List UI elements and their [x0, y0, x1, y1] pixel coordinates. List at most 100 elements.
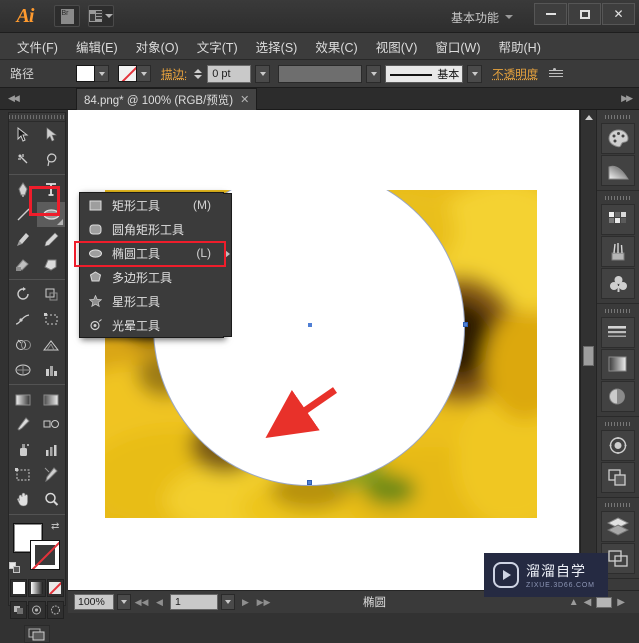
brush-definition-input[interactable]	[278, 64, 363, 83]
gradient-panel-icon[interactable]	[601, 155, 635, 186]
lasso-tool[interactable]	[37, 147, 65, 172]
stroke-panel-icon[interactable]	[601, 317, 635, 348]
direct-selection-tool[interactable]	[37, 122, 65, 147]
appearance-panel-icon[interactable]	[601, 430, 635, 461]
fill-chevron-down-icon[interactable]	[95, 65, 110, 82]
graph-tool[interactable]	[37, 437, 65, 462]
gradient2-panel-icon[interactable]	[601, 349, 635, 380]
flyout-item-rounded-rectangle-tool[interactable]: 圆角矩形工具	[80, 217, 223, 241]
symbols-panel-icon[interactable]	[601, 268, 635, 299]
bridge-icon[interactable]	[54, 5, 80, 27]
color-mode-button[interactable]	[10, 579, 28, 597]
flyout-tearoff-handle[interactable]	[223, 193, 232, 337]
anchor-point-right[interactable]	[463, 322, 468, 327]
blob-brush-tool[interactable]	[9, 252, 37, 277]
paintbrush-tool[interactable]	[9, 227, 37, 252]
zoom-chevron-down-icon[interactable]	[117, 594, 131, 610]
flyout-item-flare-tool[interactable]: 光晕工具	[80, 313, 223, 337]
selection-tool[interactable]	[9, 122, 37, 147]
hand-tool[interactable]	[9, 487, 37, 512]
variable-width-profile[interactable]: 基本	[385, 64, 464, 83]
column-graph-tool[interactable]	[37, 357, 65, 382]
ellipse-tool[interactable]	[37, 202, 65, 227]
brush-definition-chevron-down-icon[interactable]	[366, 64, 382, 83]
menu-effect[interactable]: 效果(C)	[306, 34, 366, 59]
status-arrow-up-icon[interactable]: ▲	[569, 597, 579, 608]
width-tool[interactable]	[9, 307, 37, 332]
pen-tool[interactable]	[9, 177, 37, 202]
magic-wand-tool[interactable]	[9, 147, 37, 172]
stroke-weight-label[interactable]: 描边:	[161, 66, 187, 82]
canvas-vertical-scrollbar[interactable]	[580, 110, 595, 590]
fill-stroke-widget[interactable]: ⇄	[9, 521, 65, 575]
none-mode-button[interactable]	[46, 579, 64, 597]
document-tab[interactable]: 84.png* @ 100% (RGB/预览) ✕	[76, 88, 258, 110]
artboard-chevron-down-icon[interactable]	[221, 594, 235, 610]
zoom-level-input[interactable]: 100%	[74, 594, 114, 610]
stroke-chevron-down-icon[interactable]	[137, 65, 152, 82]
default-fill-stroke-icon[interactable]	[9, 562, 22, 575]
close-button[interactable]: ✕	[602, 3, 635, 25]
pencil-tool[interactable]	[37, 227, 65, 252]
rotate-tool[interactable]	[9, 282, 37, 307]
scroll-up-icon[interactable]	[581, 110, 596, 125]
blend-tool[interactable]	[37, 412, 65, 437]
collapse-right-icon[interactable]: ▶▶	[621, 93, 633, 104]
menu-window[interactable]: 窗口(W)	[426, 34, 489, 59]
fill-color-control[interactable]	[76, 65, 110, 82]
arrange-documents-icon[interactable]	[88, 5, 114, 27]
dock-group-grip[interactable]	[605, 501, 631, 509]
dock-group-grip[interactable]	[605, 420, 631, 428]
line-segment-tool[interactable]	[9, 202, 37, 227]
gradient-mesh-tool[interactable]	[37, 387, 65, 412]
flyout-item-ellipse-tool[interactable]: 椭圆工具 (L)	[80, 241, 223, 265]
menu-edit[interactable]: 编辑(E)	[67, 34, 127, 59]
flyout-item-star-tool[interactable]: 星形工具	[80, 289, 223, 313]
workspace-switcher[interactable]: 基本功能	[451, 9, 499, 26]
last-artboard-button[interactable]: ▶▶	[256, 594, 271, 610]
flyout-item-polygon-tool[interactable]: 多边形工具	[80, 265, 223, 289]
dock-group-grip[interactable]	[605, 113, 631, 121]
document-tab-close-icon[interactable]: ✕	[240, 93, 249, 106]
stroke-swatch[interactable]	[118, 65, 138, 82]
menu-select[interactable]: 选择(S)	[247, 34, 307, 59]
draw-normal-button[interactable]	[10, 601, 28, 619]
graphic-styles-panel-icon[interactable]	[601, 462, 635, 493]
artboard-number-input[interactable]: 1	[170, 594, 218, 610]
brushes-panel-icon[interactable]	[601, 236, 635, 267]
dock-group-grip[interactable]	[605, 307, 631, 315]
type-tool[interactable]	[37, 177, 65, 202]
gradient-mode-button[interactable]	[28, 579, 46, 597]
flyout-item-rectangle-tool[interactable]: 矩形工具 (M)	[80, 193, 223, 217]
layers-panel-icon[interactable]	[601, 511, 635, 542]
menu-file[interactable]: 文件(F)	[8, 34, 67, 59]
status-slider-handle[interactable]	[596, 596, 613, 608]
menu-view[interactable]: 视图(V)	[367, 34, 427, 59]
tools-panel-grip[interactable]	[9, 113, 65, 122]
status-arrow-right-icon[interactable]: ▶	[617, 597, 625, 608]
eraser-tool[interactable]	[37, 252, 65, 277]
artboard-tool[interactable]	[9, 462, 37, 487]
gradient-tool[interactable]	[9, 387, 37, 412]
draw-behind-button[interactable]	[28, 601, 46, 619]
swatches-panel-icon[interactable]	[601, 204, 635, 235]
stroke-color-control[interactable]	[118, 65, 152, 82]
minimize-button[interactable]	[534, 3, 567, 25]
change-screen-mode-button[interactable]	[24, 625, 50, 643]
canvas-area[interactable]	[68, 110, 580, 590]
scroll-thumb[interactable]	[583, 346, 594, 366]
status-arrow-left-icon[interactable]: ◀	[584, 597, 592, 608]
fill-swatch[interactable]	[76, 65, 96, 82]
menu-type[interactable]: 文字(T)	[188, 34, 247, 59]
anchor-point-bottom[interactable]	[307, 480, 312, 485]
perspective-grid-tool[interactable]	[37, 332, 65, 357]
symbol-sprayer-tool[interactable]	[9, 437, 37, 462]
current-tool-status[interactable]: 椭圆	[363, 594, 386, 610]
next-artboard-button[interactable]: ▶	[238, 594, 253, 610]
first-artboard-button[interactable]: ◀◀	[134, 594, 149, 610]
zoom-tool[interactable]	[37, 487, 65, 512]
shape-builder-tool[interactable]	[9, 332, 37, 357]
dock-group-grip[interactable]	[605, 194, 631, 202]
slice-tool[interactable]	[37, 462, 65, 487]
profile-chevron-down-icon[interactable]	[467, 64, 483, 83]
